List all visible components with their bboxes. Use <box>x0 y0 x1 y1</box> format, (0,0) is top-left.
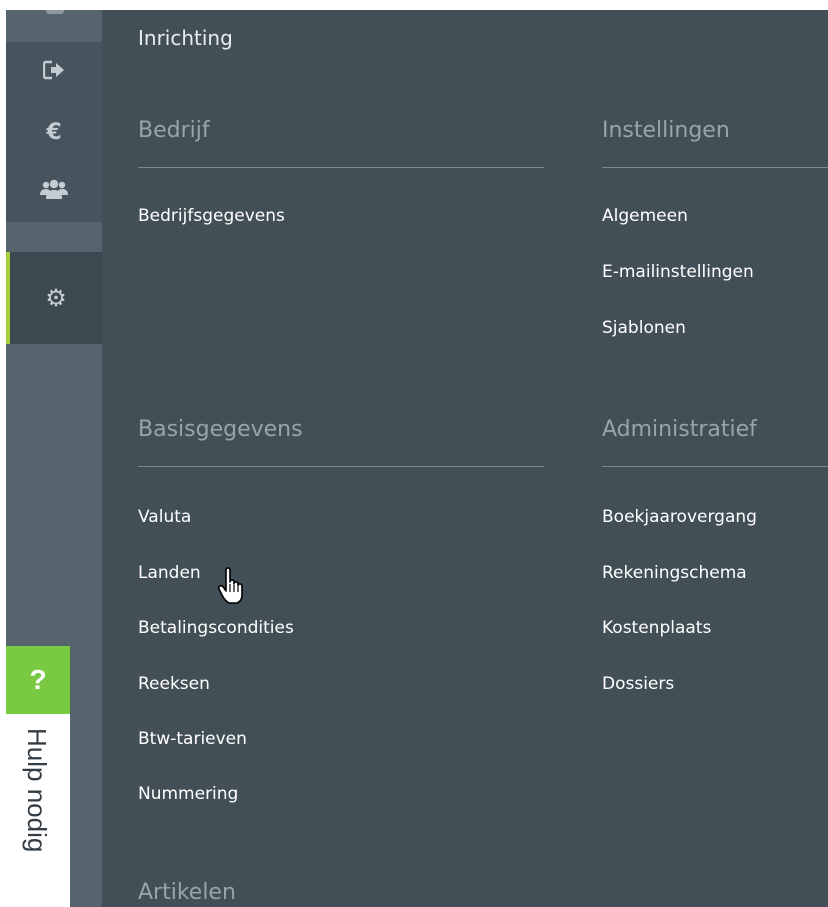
section-heading-basisgegevens: Basisgegevens <box>138 417 303 442</box>
app-root: € ⚙ ? Hulp nodig Inrichting Bedrijf Bedr… <box>0 0 828 907</box>
users-icon <box>40 179 68 206</box>
help-label: Hulp nodig <box>22 728 52 853</box>
section-divider <box>602 466 828 467</box>
help-button[interactable]: ? <box>6 646 70 714</box>
menu-link-rekeningschema[interactable]: Rekeningschema <box>602 563 747 583</box>
panel-title: Inrichting <box>138 26 233 50</box>
gear-icon: ⚙ <box>45 284 67 312</box>
menu-link-dossiers[interactable]: Dossiers <box>602 674 674 694</box>
section-heading-artikelen: Artikelen <box>138 880 236 905</box>
settings-menu-panel: Inrichting Bedrijf Bedrijfsgegevens Inst… <box>102 10 828 907</box>
menu-link-betalingscondities[interactable]: Betalingscondities <box>138 618 294 638</box>
menu-link-reeksen[interactable]: Reeksen <box>138 674 210 694</box>
rail-item-logout[interactable] <box>6 42 102 102</box>
section-heading-administratief: Administratief <box>602 417 757 442</box>
menu-link-e-mailinstellingen[interactable]: E-mailinstellingen <box>602 262 754 282</box>
menu-link-bedrijfsgegevens[interactable]: Bedrijfsgegevens <box>138 206 285 226</box>
hand-cursor-icon <box>217 567 247 607</box>
section-heading-instellingen: Instellingen <box>602 118 730 143</box>
menu-link-landen[interactable]: Landen <box>138 563 201 583</box>
menu-link-algemeen[interactable]: Algemeen <box>602 206 688 226</box>
menu-link-boekjaarovergang[interactable]: Boekjaarovergang <box>602 507 757 527</box>
section-divider <box>602 167 828 168</box>
menu-link-kostenplaats[interactable]: Kostenplaats <box>602 618 711 638</box>
menu-link-btw-tarieven[interactable]: Btw-tarieven <box>138 729 247 749</box>
rail-item-settings[interactable]: ⚙ <box>6 252 102 344</box>
section-divider <box>138 466 544 467</box>
menu-link-nummering[interactable]: Nummering <box>138 784 238 804</box>
sign-out-icon <box>42 60 65 85</box>
euro-icon: € <box>46 119 62 145</box>
section-divider <box>138 167 544 168</box>
top-strip <box>0 0 828 10</box>
menu-link-valuta[interactable]: Valuta <box>138 507 191 527</box>
rail-overflow-icon <box>46 10 64 14</box>
menu-link-sjablonen[interactable]: Sjablonen <box>602 318 686 338</box>
help-tab[interactable]: Hulp nodig <box>6 714 70 907</box>
rail-item-finance[interactable]: € <box>6 102 102 162</box>
rail-item-relations[interactable] <box>6 162 102 222</box>
section-heading-bedrijf: Bedrijf <box>138 118 210 143</box>
